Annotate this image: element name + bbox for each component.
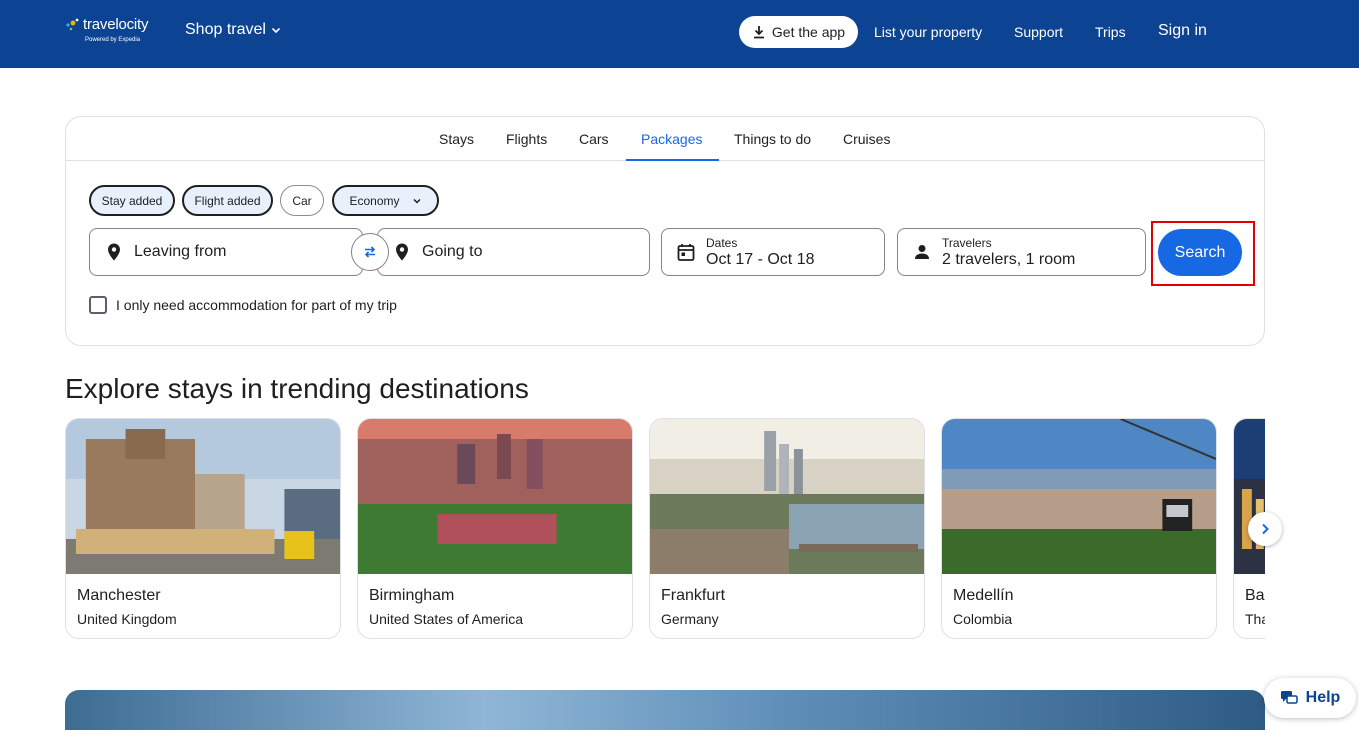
cabin-class-dropdown[interactable]: Economy [332, 185, 439, 216]
destination-city: Birmingham [369, 587, 455, 604]
destination-city: Medellín [953, 587, 1014, 604]
travelers-label: Travelers [942, 235, 992, 250]
destination-photo [1234, 419, 1265, 574]
going-to-placeholder: Going to [422, 243, 483, 260]
travelers-value-group: Travelers 2 travelers, 1 room [942, 236, 1075, 269]
list-property-link[interactable]: List your property [874, 24, 982, 40]
destination-city: Ba [1245, 587, 1265, 604]
stay-added-chip[interactable]: Stay added [89, 185, 175, 216]
location-pin-icon [108, 243, 120, 261]
get-app-button[interactable]: Get the app [739, 16, 858, 48]
shop-travel-label: Shop travel [185, 21, 266, 38]
destination-card[interactable]: Manchester United Kingdom [65, 418, 341, 639]
destination-card[interactable]: Medellín Colombia [941, 418, 1217, 639]
tab-packages[interactable]: Packages [641, 131, 702, 147]
dates-value: Oct 17 - Oct 18 [706, 250, 815, 268]
chevron-down-icon [271, 27, 281, 34]
swap-arrows-icon [364, 246, 376, 258]
tab-flights[interactable]: Flights [506, 131, 547, 147]
partial-stay-checkbox-row[interactable]: I only need accommodation for part of my… [89, 296, 397, 314]
destination-country: United Kingdom [77, 611, 177, 627]
destination-country: Tha [1245, 611, 1265, 627]
destination-country: Colombia [953, 611, 1013, 627]
active-tab-indicator [626, 159, 719, 161]
help-button[interactable]: Help [1264, 678, 1356, 718]
search-button-highlight-box [1151, 221, 1255, 286]
logo-wordmark: travelocity [83, 16, 149, 33]
destination-country: Germany [661, 611, 719, 627]
shop-travel-menu[interactable]: Shop travel [185, 21, 282, 39]
chevron-right-icon [1262, 523, 1269, 535]
partial-stay-label: I only need accommodation for part of my… [116, 297, 397, 313]
dates-value-group: Dates Oct 17 - Oct 18 [706, 236, 814, 269]
destination-city: Manchester [77, 587, 161, 604]
leaving-from-placeholder: Leaving from [134, 243, 227, 260]
partial-stay-checkbox[interactable] [89, 296, 107, 314]
top-header: travelocity Powered by Expedia Shop trav… [0, 0, 1359, 68]
product-tabs: Stays Flights Cars Packages Things to do… [66, 117, 1264, 161]
trips-link[interactable]: Trips [1095, 24, 1126, 40]
travelers-value: 2 travelers, 1 room [942, 250, 1076, 268]
travelocity-logo[interactable]: travelocity Powered by Expedia [64, 14, 156, 50]
stay-added-label: Stay added [101, 193, 163, 208]
tab-stays[interactable]: Stays [439, 131, 474, 147]
flight-added-label: Flight added [194, 193, 261, 208]
destination-photo [650, 419, 924, 574]
calendar-icon [677, 244, 695, 261]
destination-city: Frankfurt [661, 587, 726, 604]
destination-photo [942, 419, 1216, 574]
flight-added-chip[interactable]: Flight added [182, 185, 273, 216]
chat-bubbles-icon [1280, 691, 1298, 704]
car-label: Car [292, 193, 312, 208]
dates-field[interactable]: Dates Oct 17 - Oct 18 [661, 228, 885, 276]
leaving-from-field[interactable]: Leaving from [89, 228, 363, 276]
person-icon [915, 245, 929, 259]
swap-locations-button[interactable] [351, 233, 389, 271]
travelers-field[interactable]: Travelers 2 travelers, 1 room [897, 228, 1146, 276]
destination-card[interactable]: Frankfurt Germany [649, 418, 925, 639]
support-link[interactable]: Support [1014, 24, 1063, 40]
download-icon [753, 26, 764, 39]
promo-banner-image [65, 690, 1265, 730]
destination-photo [66, 419, 340, 574]
car-chip[interactable]: Car [280, 185, 324, 216]
carousel-next-button[interactable] [1248, 512, 1282, 546]
logo-subtext: Powered by Expedia [85, 37, 141, 43]
destination-card[interactable]: Birmingham United States of America [357, 418, 633, 639]
logo-star-icon [66, 18, 79, 31]
tab-cars[interactable]: Cars [579, 131, 609, 147]
chevron-down-icon [412, 198, 421, 204]
destination-country: United States of America [369, 611, 524, 627]
sign-in-link[interactable]: Sign in [1158, 22, 1207, 40]
section-title: Explore stays in trending destinations [65, 373, 529, 404]
get-app-label: Get the app [771, 24, 846, 40]
cabin-class-label: Economy [349, 193, 400, 208]
destination-photo [358, 419, 632, 574]
tab-cruises[interactable]: Cruises [843, 131, 890, 147]
help-label: Help [1305, 689, 1341, 706]
search-form-card: Stays Flights Cars Packages Things to do… [65, 116, 1265, 346]
tab-things-to-do[interactable]: Things to do [734, 131, 811, 147]
destination-carousel: Manchester United Kingdom Birmingham Uni… [65, 418, 1265, 640]
going-to-field[interactable]: Going to [377, 228, 650, 276]
dates-label: Dates [706, 235, 738, 250]
location-pin-icon [396, 243, 408, 261]
